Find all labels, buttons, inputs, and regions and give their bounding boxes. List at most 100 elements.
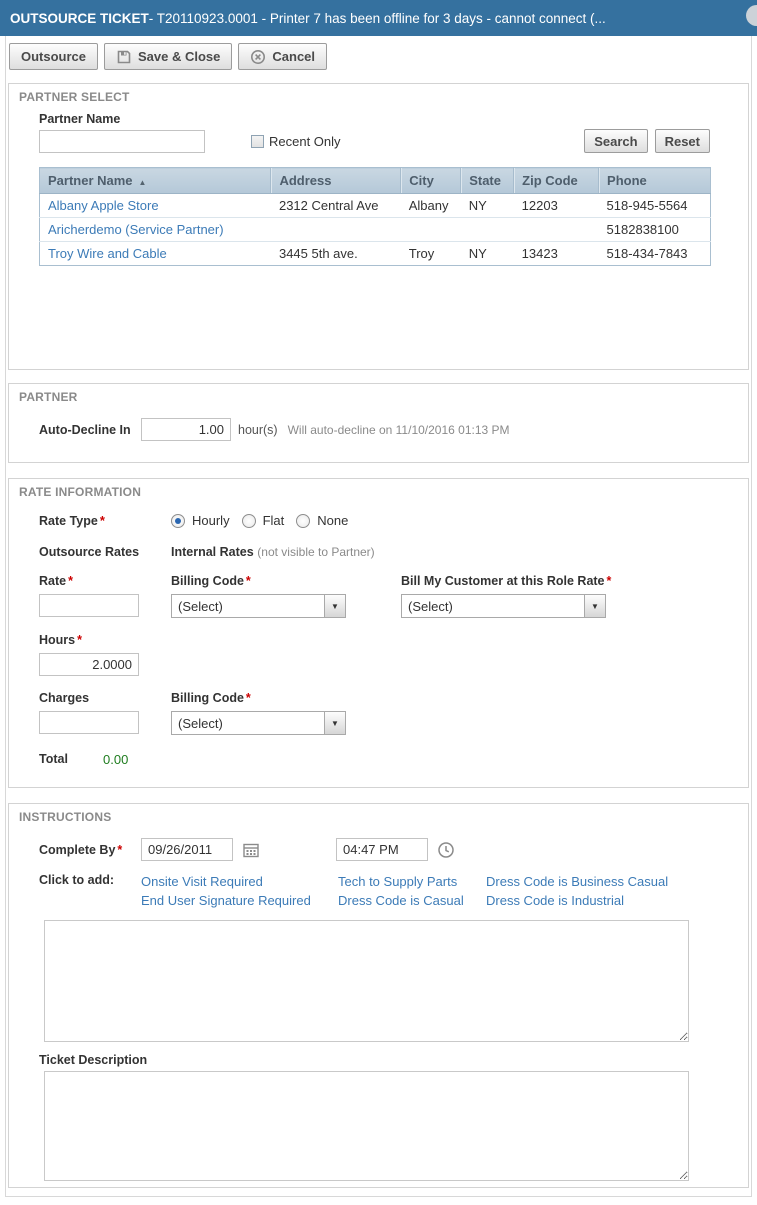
internal-rates-note: (not visible to Partner) bbox=[257, 545, 374, 559]
click-to-add-row: Click to add: Onsite Visit Required End … bbox=[39, 872, 738, 910]
partner-name-input[interactable] bbox=[39, 130, 205, 153]
cell-zip: 12203 bbox=[514, 194, 599, 218]
sort-asc-icon: ▲ bbox=[139, 178, 147, 187]
column-header-state[interactable]: State bbox=[461, 168, 514, 194]
ticket-description-textarea[interactable] bbox=[44, 1071, 689, 1181]
outsource-button[interactable]: Outsource bbox=[9, 43, 98, 70]
chevron-down-icon: ▼ bbox=[584, 595, 605, 617]
hours-input[interactable] bbox=[39, 653, 139, 676]
calendar-icon[interactable] bbox=[242, 841, 260, 859]
cell-state: NY bbox=[461, 242, 514, 266]
cancel-button-label: Cancel bbox=[272, 49, 315, 64]
cell-address: 3445 5th ave. bbox=[271, 242, 401, 266]
partner-link[interactable]: Albany Apple Store bbox=[48, 198, 159, 213]
clock-icon[interactable] bbox=[437, 841, 455, 859]
charges-billing-code-label: Billing Code bbox=[171, 691, 244, 705]
add-instruction-link[interactable]: Onsite Visit Required bbox=[141, 872, 338, 891]
required-marker: * bbox=[246, 574, 251, 588]
rate-type-label: Rate Type bbox=[39, 514, 98, 528]
instructions-section-title: INSTRUCTIONS bbox=[19, 810, 738, 824]
rate-label: Rate bbox=[39, 574, 66, 588]
add-instruction-link[interactable]: Tech to Supply Parts bbox=[338, 872, 486, 891]
save-close-button-label: Save & Close bbox=[138, 49, 220, 64]
save-icon bbox=[116, 49, 132, 65]
rate-information-section-title: RATE INFORMATION bbox=[19, 485, 738, 499]
save-close-button[interactable]: Save & Close bbox=[104, 43, 232, 70]
cancel-button[interactable]: Cancel bbox=[238, 43, 327, 70]
table-row: Aricherdemo (Service Partner) 5182838100 bbox=[40, 218, 711, 242]
total-label: Total bbox=[39, 752, 103, 767]
add-instruction-link[interactable]: Dress Code is Casual bbox=[338, 891, 486, 910]
cell-state: NY bbox=[461, 194, 514, 218]
add-instruction-link[interactable]: Dress Code is Industrial bbox=[486, 891, 668, 910]
add-instruction-link[interactable]: End User Signature Required bbox=[141, 891, 338, 910]
cell-address: 2312 Central Ave bbox=[271, 194, 401, 218]
cell-state bbox=[461, 218, 514, 242]
cell-phone: 5182838100 bbox=[599, 218, 711, 242]
chevron-down-icon: ▼ bbox=[324, 712, 345, 734]
auto-decline-suffix: hour(s) bbox=[238, 423, 278, 437]
complete-by-date-input[interactable] bbox=[141, 838, 233, 861]
dialog-title: OUTSOURCE TICKET bbox=[10, 11, 149, 26]
required-marker: * bbox=[100, 513, 105, 528]
radio-none-label: None bbox=[317, 513, 348, 528]
column-header-partner-name[interactable]: Partner Name▲ bbox=[40, 168, 271, 194]
partner-name-label: Partner Name bbox=[39, 112, 205, 126]
column-header-zip[interactable]: Zip Code bbox=[514, 168, 599, 194]
rate-input[interactable] bbox=[39, 594, 139, 617]
outsource-ticket-dialog: OUTSOURCE TICKET - T20110923.0001 - Prin… bbox=[0, 0, 757, 1197]
radio-hourly[interactable] bbox=[171, 514, 185, 528]
help-icon[interactable] bbox=[746, 5, 757, 26]
recent-only-checkbox[interactable] bbox=[251, 135, 264, 148]
partner-link[interactable]: Troy Wire and Cable bbox=[48, 246, 167, 261]
billing-code-select-value: (Select) bbox=[172, 595, 324, 617]
internal-rates-label: Internal Rates bbox=[171, 545, 254, 559]
bill-customer-select-value: (Select) bbox=[402, 595, 584, 617]
dialog-subtitle: - T20110923.0001 - Printer 7 has been of… bbox=[149, 11, 606, 26]
auto-decline-input[interactable] bbox=[141, 418, 231, 441]
rate-type-radio-group: Hourly Flat None bbox=[171, 513, 354, 528]
dialog-titlebar: OUTSOURCE TICKET - T20110923.0001 - Prin… bbox=[0, 0, 757, 36]
table-header-row: Partner Name▲ Address City State Zip Cod… bbox=[40, 168, 711, 194]
cancel-icon bbox=[250, 49, 266, 65]
dialog-body: Outsource Save & Close bbox=[5, 36, 752, 1197]
instructions-textarea[interactable] bbox=[44, 920, 689, 1042]
chevron-down-icon: ▼ bbox=[324, 595, 345, 617]
column-header-city[interactable]: City bbox=[401, 168, 461, 194]
total-value: 0.00 bbox=[103, 752, 128, 767]
bill-customer-select[interactable]: (Select) ▼ bbox=[401, 594, 606, 618]
partner-results-table: Partner Name▲ Address City State Zip Cod… bbox=[39, 167, 711, 266]
cell-phone: 518-945-5564 bbox=[599, 194, 711, 218]
partner-link[interactable]: Aricherdemo (Service Partner) bbox=[48, 222, 224, 237]
hours-label: Hours bbox=[39, 633, 75, 647]
required-marker: * bbox=[246, 691, 251, 705]
partner-section: PARTNER Auto-Decline In hour(s) Will aut… bbox=[8, 383, 749, 463]
instructions-section: INSTRUCTIONS Complete By* bbox=[8, 803, 749, 1188]
column-header-phone[interactable]: Phone bbox=[599, 168, 711, 194]
billing-code-label: Billing Code bbox=[171, 574, 244, 588]
rate-information-section: RATE INFORMATION Rate Type* Hourly Flat … bbox=[8, 478, 749, 788]
radio-flat[interactable] bbox=[242, 514, 256, 528]
cell-phone: 518-434-7843 bbox=[599, 242, 711, 266]
search-button[interactable]: Search bbox=[584, 129, 647, 153]
billing-code-select[interactable]: (Select) ▼ bbox=[171, 594, 346, 618]
table-row: Troy Wire and Cable 3445 5th ave. Troy N… bbox=[40, 242, 711, 266]
radio-none[interactable] bbox=[296, 514, 310, 528]
auto-decline-label: Auto-Decline In bbox=[39, 423, 141, 437]
charges-billing-code-select-value: (Select) bbox=[172, 712, 324, 734]
reset-button-label: Reset bbox=[665, 134, 700, 149]
click-to-add-label: Click to add: bbox=[39, 872, 141, 910]
charges-billing-code-select[interactable]: (Select) ▼ bbox=[171, 711, 346, 735]
reset-button[interactable]: Reset bbox=[655, 129, 710, 153]
cell-zip bbox=[514, 218, 599, 242]
search-button-label: Search bbox=[594, 134, 637, 149]
outsource-button-label: Outsource bbox=[21, 49, 86, 64]
complete-by-time-input[interactable] bbox=[336, 838, 428, 861]
bill-customer-label: Bill My Customer at this Role Rate bbox=[401, 574, 605, 588]
column-header-address[interactable]: Address bbox=[271, 168, 401, 194]
toolbar: Outsource Save & Close bbox=[6, 36, 751, 70]
charges-input[interactable] bbox=[39, 711, 139, 734]
outsource-rates-label: Outsource Rates bbox=[39, 545, 139, 559]
cell-city: Albany bbox=[401, 194, 461, 218]
add-instruction-link[interactable]: Dress Code is Business Casual bbox=[486, 872, 668, 891]
